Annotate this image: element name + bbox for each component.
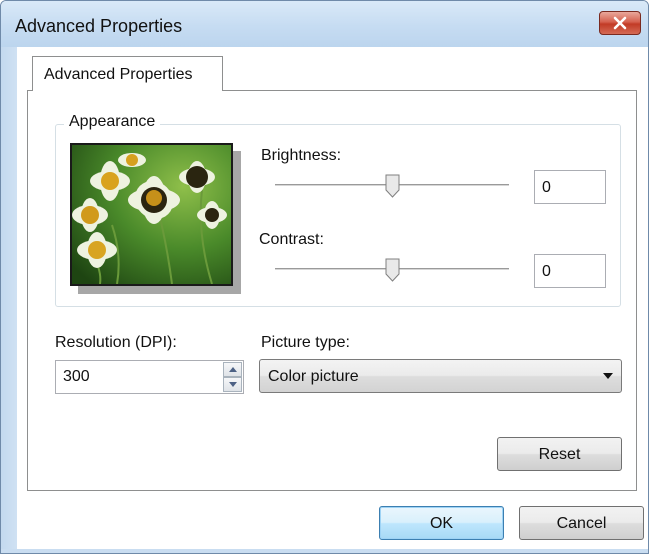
title-bar[interactable]: Advanced Properties — [1, 1, 648, 47]
resolution-spin-buttons — [223, 362, 242, 392]
reset-button[interactable]: Reset — [497, 437, 622, 471]
arrow-down-icon — [228, 382, 237, 387]
brightness-label: Brightness: — [261, 147, 342, 164]
window-frame-left — [1, 47, 17, 553]
tab-label: Advanced Properties — [44, 66, 193, 83]
brightness-value-field[interactable]: 0 — [534, 170, 606, 204]
appearance-group-title: Appearance — [64, 113, 161, 131]
window-title: Advanced Properties — [15, 16, 183, 36]
close-button[interactable] — [599, 11, 641, 35]
arrow-up-icon — [228, 367, 237, 372]
ok-button[interactable]: OK — [379, 506, 504, 540]
flower-photo-icon — [72, 145, 231, 284]
resolution-label: Resolution (DPI): — [55, 334, 177, 351]
brightness-slider-thumb[interactable] — [385, 174, 400, 198]
resolution-spinbox[interactable]: 300 — [55, 360, 244, 394]
resolution-value: 300 — [63, 368, 90, 385]
contrast-value: 0 — [542, 263, 551, 280]
spin-down-button[interactable] — [223, 377, 242, 392]
cancel-button[interactable]: Cancel — [519, 506, 644, 540]
preview-image — [70, 143, 233, 286]
contrast-label: Contrast: — [259, 231, 324, 248]
brightness-value: 0 — [542, 179, 551, 196]
picture-type-select[interactable]: Color picture — [259, 359, 622, 393]
tab-advanced-properties[interactable]: Advanced Properties — [32, 56, 223, 91]
picture-type-value: Color picture — [268, 368, 359, 385]
contrast-value-field[interactable]: 0 — [534, 254, 606, 288]
picture-type-label: Picture type: — [261, 334, 350, 351]
window-frame-bottom — [1, 549, 648, 553]
chevron-down-icon — [603, 373, 613, 379]
close-icon — [613, 16, 627, 30]
contrast-slider-thumb[interactable] — [385, 258, 400, 282]
spin-up-button[interactable] — [223, 362, 242, 377]
